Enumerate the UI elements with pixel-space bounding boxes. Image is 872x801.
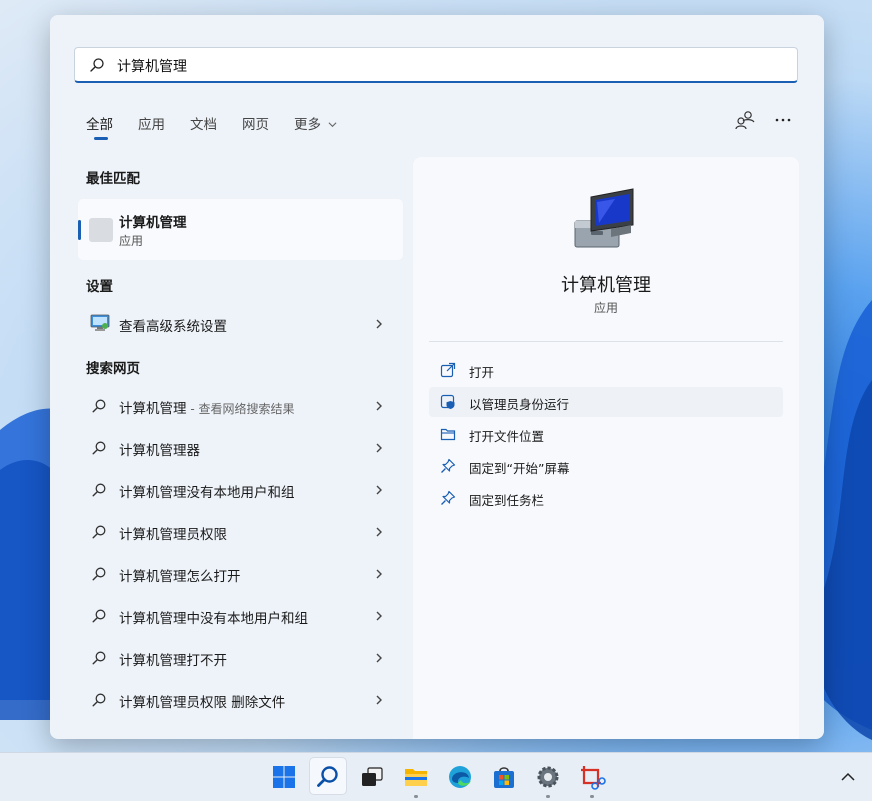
computer-management-icon <box>574 188 634 248</box>
search-icon <box>92 651 106 665</box>
store-icon[interactable] <box>490 763 518 791</box>
chevron-right-icon <box>376 443 382 453</box>
task-view-icon[interactable] <box>358 763 386 791</box>
running-indicator <box>414 795 418 798</box>
search-icon <box>92 567 106 581</box>
tab-web[interactable]: 网页 <box>242 113 269 133</box>
web-search-heading: 搜索网页 <box>86 361 140 377</box>
action-label: 固定到任务栏 <box>469 493 545 508</box>
chevron-right-icon <box>376 401 382 411</box>
chevron-up-icon[interactable] <box>838 767 858 787</box>
search-input[interactable] <box>115 54 779 78</box>
chevron-right-icon <box>376 319 382 329</box>
chevron-right-icon <box>376 695 382 705</box>
web-search-item-label: 计算机管理 - 查看网络搜索结果 <box>119 397 294 417</box>
detail-title: 计算机管理 <box>561 275 651 296</box>
account-switch-icon[interactable] <box>734 109 756 131</box>
chevron-down-icon <box>328 122 337 128</box>
web-search-item-label: 计算机管理没有本地用户和组 <box>119 485 295 501</box>
chevron-right-icon <box>376 653 382 663</box>
start-search-panel: 全部 应用 文档 网页 更多 最佳匹配 计算机管理 应用 设置 <box>50 15 824 739</box>
divider <box>429 341 783 342</box>
running-indicator <box>546 795 550 798</box>
search-icon <box>92 525 106 539</box>
chevron-right-icon <box>376 611 382 621</box>
search-icon <box>92 693 106 707</box>
detail-subtitle: 应用 <box>593 301 618 315</box>
web-search-item[interactable]: 计算机管理打不开 <box>78 641 403 675</box>
active-tab-indicator <box>94 137 108 140</box>
search-icon <box>92 399 106 413</box>
best-match-heading: 最佳匹配 <box>86 171 140 187</box>
best-match-subtitle: 应用 <box>119 234 144 248</box>
web-search-item-suffix: - 查看网络搜索结果 <box>186 402 295 416</box>
action-run-as-admin[interactable]: 以管理员身份运行 <box>429 387 783 417</box>
action-label: 打开 <box>469 365 495 380</box>
web-search-item-label: 计算机管理器 <box>119 443 200 459</box>
best-match-item[interactable]: 计算机管理 应用 <box>78 199 403 260</box>
web-search-item[interactable]: 计算机管理 - 查看网络搜索结果 <box>78 389 403 423</box>
edge-icon[interactable] <box>446 763 474 791</box>
action-label: 固定到“开始”屏幕 <box>469 461 570 476</box>
web-search-item[interactable]: 计算机管理员权限 <box>78 515 403 549</box>
selection-accent <box>78 220 81 240</box>
chevron-right-icon <box>376 485 382 495</box>
start-icon[interactable] <box>270 763 298 791</box>
folder-icon <box>440 428 456 441</box>
computer-management-app-icon <box>89 218 113 242</box>
run-as-admin-icon <box>440 394 455 409</box>
best-match-title: 计算机管理 <box>119 215 187 231</box>
tab-more-label: 更多 <box>294 117 321 133</box>
action-pin-to-taskbar[interactable]: 固定到任务栏 <box>429 483 783 513</box>
web-search-item[interactable]: 计算机管理没有本地用户和组 <box>78 473 403 507</box>
search-icon <box>92 609 106 623</box>
action-open-file-location[interactable]: 打开文件位置 <box>429 419 783 449</box>
web-search-item-label: 计算机管理怎么打开 <box>119 569 241 585</box>
search-icon[interactable] <box>314 763 342 791</box>
action-label: 打开文件位置 <box>469 429 545 444</box>
tab-more[interactable]: 更多 <box>294 113 337 133</box>
action-open[interactable]: 打开 <box>429 355 783 385</box>
action-label: 以管理员身份运行 <box>469 397 570 412</box>
snipping-tool-icon[interactable] <box>578 763 606 791</box>
search-box[interactable] <box>74 47 798 83</box>
action-pin-to-start[interactable]: 固定到“开始”屏幕 <box>429 451 783 481</box>
settings-heading: 设置 <box>86 279 113 295</box>
pin-icon <box>441 458 456 473</box>
running-indicator <box>590 795 594 798</box>
search-icon <box>90 58 104 72</box>
tab-documents[interactable]: 文档 <box>190 113 217 133</box>
search-icon <box>92 441 106 455</box>
settings-item-advanced-system[interactable]: 查看高级系统设置 <box>78 307 403 341</box>
web-search-item[interactable]: 计算机管理器 <box>78 431 403 465</box>
pin-icon <box>441 490 456 505</box>
web-search-item[interactable]: 计算机管理怎么打开 <box>78 557 403 591</box>
web-search-item[interactable]: 计算机管理员权限 删除文件 <box>78 683 403 717</box>
web-search-item-text: 计算机管理 <box>119 401 187 417</box>
web-search-item-label: 计算机管理中没有本地用户和组 <box>119 611 308 627</box>
settings-icon[interactable] <box>534 763 562 791</box>
system-settings-icon <box>90 314 110 331</box>
taskbar <box>0 752 872 801</box>
settings-item-label: 查看高级系统设置 <box>119 319 227 335</box>
search-icon <box>92 483 106 497</box>
open-icon <box>440 362 456 378</box>
web-search-item-label: 计算机管理员权限 删除文件 <box>119 695 286 711</box>
web-search-item[interactable]: 计算机管理中没有本地用户和组 <box>78 599 403 633</box>
chevron-right-icon <box>376 569 382 579</box>
more-options-icon[interactable] <box>772 109 794 131</box>
chevron-right-icon <box>376 527 382 537</box>
detail-pane: 计算机管理 应用 打开 以管理员身份运行 打开文件位置 固定到“开始”屏幕 固定… <box>413 157 799 739</box>
tab-apps[interactable]: 应用 <box>138 113 165 133</box>
web-search-item-label: 计算机管理员权限 <box>119 527 227 543</box>
web-search-item-label: 计算机管理打不开 <box>119 653 227 669</box>
tab-all[interactable]: 全部 <box>86 113 113 133</box>
file-explorer-icon[interactable] <box>402 763 430 791</box>
